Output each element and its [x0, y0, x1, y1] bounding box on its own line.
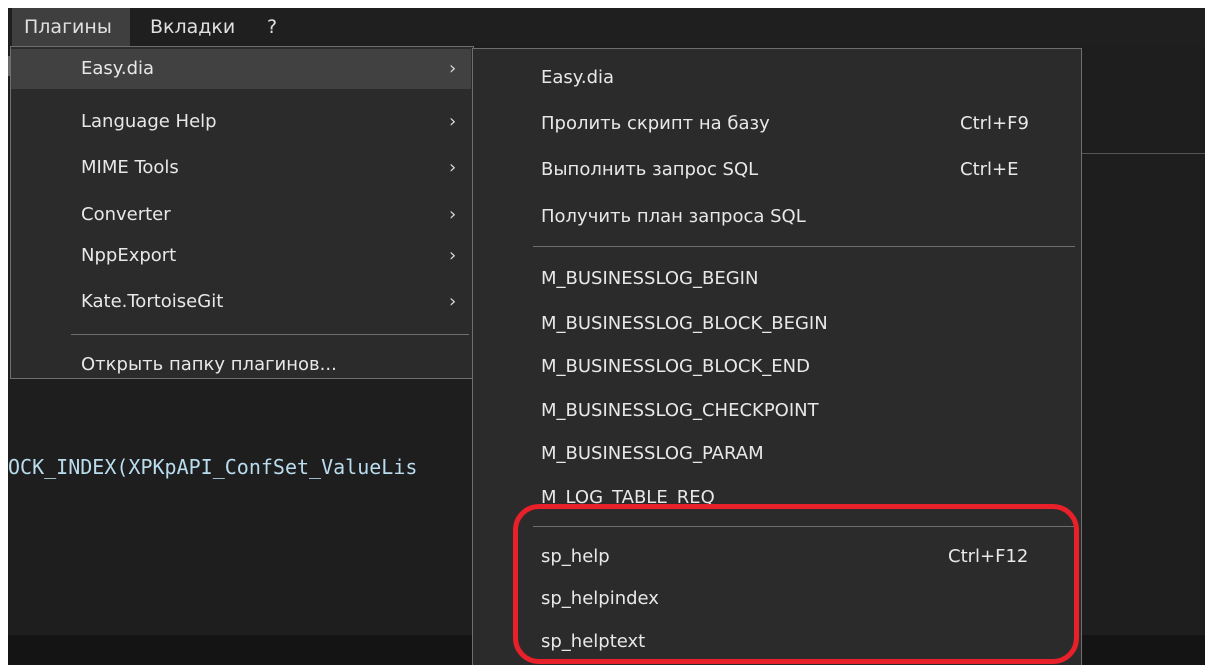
menu-item-label: Converter	[81, 204, 171, 225]
menu-plugins[interactable]: Плагины	[12, 8, 130, 46]
notepad-plus-plus-window: Плагины Вкладки ? OCK_INDEX(XPKpAPI_Conf…	[8, 8, 1205, 665]
chevron-right-icon: ›	[449, 245, 457, 266]
menu-item-label: Kate.TortoiseGit	[81, 291, 224, 312]
menu-item-label: Language Help	[81, 111, 217, 132]
easydia-item-businesslog-block-end[interactable]: M_BUSINESSLOG_BLOCK_END	[473, 347, 1079, 387]
highlight-annotation	[513, 504, 1079, 664]
chevron-right-icon: ›	[449, 111, 457, 132]
menu-item-label: M_BUSINESSLOG_BLOCK_END	[541, 356, 810, 377]
easydia-item-businesslog-begin[interactable]: M_BUSINESSLOG_BEGIN	[473, 259, 1079, 299]
easydia-item-businesslog-param[interactable]: M_BUSINESSLOG_PARAM	[473, 434, 1079, 474]
plugins-item-open-folder[interactable]: Открыть папку плагинов...	[11, 345, 471, 385]
plugins-dropdown: Easy.dia › Language Help › MIME Tools › …	[10, 46, 474, 379]
menu-item-label: Получить план запроса SQL	[541, 206, 806, 227]
chevron-right-icon: ›	[449, 157, 457, 178]
plugins-item-easydia[interactable]: Easy.dia ›	[11, 49, 471, 89]
menu-help[interactable]: ?	[267, 8, 287, 46]
menu-item-label: Easy.dia	[81, 58, 155, 79]
screenshot: Плагины Вкладки ? OCK_INDEX(XPKpAPI_Conf…	[0, 0, 1205, 665]
plugins-item-nppexport[interactable]: NppExport ›	[11, 236, 471, 276]
chevron-right-icon: ›	[449, 58, 457, 79]
menu-item-shortcut: Ctrl+E	[960, 159, 1019, 180]
menu-item-label: M_BUSINESSLOG_BLOCK_BEGIN	[541, 313, 828, 334]
easydia-item-apply-script[interactable]: Пролить скрипт на базу Ctrl+F9	[473, 104, 1079, 144]
menu-item-label: M_BUSINESSLOG_CHECKPOINT	[541, 400, 819, 421]
menu-bar: Плагины Вкладки ?	[8, 8, 1205, 46]
plugins-item-language-help[interactable]: Language Help ›	[11, 102, 471, 142]
menu-item-label: Пролить скрипт на базу	[541, 113, 770, 134]
plugins-item-mime-tools[interactable]: MIME Tools ›	[11, 148, 471, 188]
easydia-item-businesslog-block-begin[interactable]: M_BUSINESSLOG_BLOCK_BEGIN	[473, 304, 1079, 344]
menu-item-label: MIME Tools	[81, 157, 179, 178]
menu-separator	[533, 246, 1075, 247]
menu-item-label: Открыть папку плагинов...	[81, 354, 337, 375]
chevron-right-icon: ›	[449, 291, 457, 312]
plugins-item-kate-tortoisegit[interactable]: Kate.TortoiseGit ›	[11, 282, 471, 322]
easydia-item-businesslog-checkpoint[interactable]: M_BUSINESSLOG_CHECKPOINT	[473, 391, 1079, 431]
menu-separator	[71, 334, 469, 335]
menu-item-label: NppExport	[81, 245, 177, 266]
menu-item-shortcut: Ctrl+F9	[960, 113, 1029, 134]
menu-item-label: M_BUSINESSLOG_PARAM	[541, 443, 764, 464]
menu-item-label: Выполнить запрос SQL	[541, 159, 759, 180]
menu-item-label: M_BUSINESSLOG_BEGIN	[541, 268, 759, 289]
easydia-item-query-plan[interactable]: Получить план запроса SQL	[473, 197, 1079, 237]
menu-item-label: Easy.dia	[541, 67, 615, 88]
chevron-right-icon: ›	[449, 204, 457, 225]
easydia-item-easydia[interactable]: Easy.dia	[473, 58, 1079, 98]
menu-tabs[interactable]: Вкладки	[150, 8, 250, 46]
code-line: OCK_INDEX(XPKpAPI_ConfSet_ValueLis	[8, 455, 418, 479]
easydia-item-execute-sql[interactable]: Выполнить запрос SQL Ctrl+E	[473, 150, 1079, 190]
plugins-item-converter[interactable]: Converter ›	[11, 195, 471, 235]
